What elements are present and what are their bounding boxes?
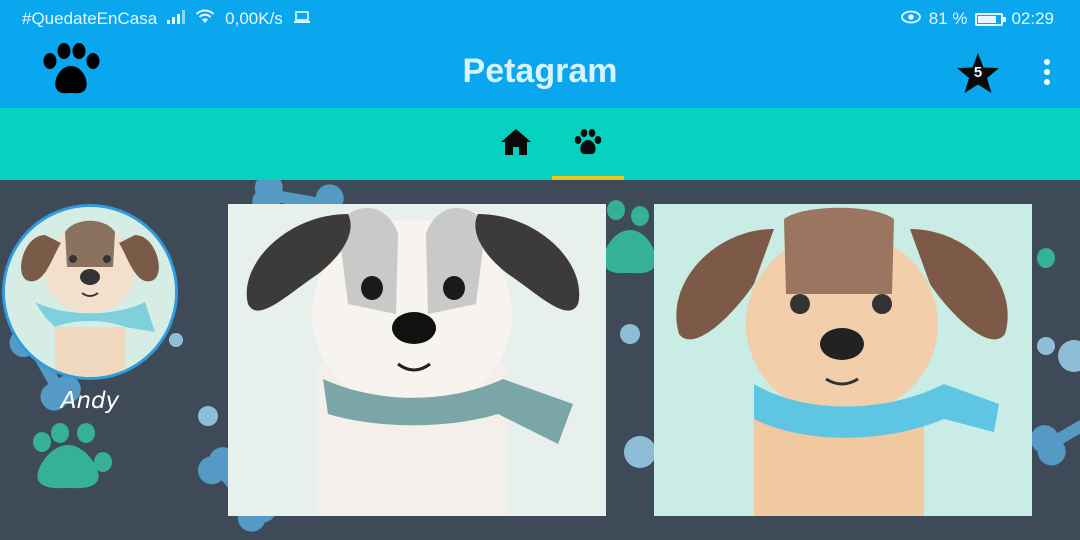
pet-photo-1-image xyxy=(228,204,606,516)
home-icon xyxy=(501,129,531,155)
pet-name: Andy xyxy=(60,388,120,414)
battery-icon xyxy=(975,12,1007,26)
pet-photo-2[interactable] xyxy=(654,204,1032,516)
pet-photo-2-image xyxy=(654,204,1032,516)
paw-icon xyxy=(574,129,602,155)
eye-icon xyxy=(900,9,921,29)
clock: 02:29 xyxy=(1011,9,1054,28)
laptop-icon xyxy=(293,9,311,29)
wifi-icon xyxy=(195,9,215,29)
network-speed: 0,00K/s xyxy=(225,9,283,28)
status-bar-right: 81 % 02:29 xyxy=(900,9,1054,29)
app-bar: Petagram 5 xyxy=(0,38,1080,108)
pet-avatar[interactable] xyxy=(2,204,178,380)
signal-icon xyxy=(167,9,186,29)
favorites-count: 5 xyxy=(973,64,983,81)
pet-photo-1[interactable] xyxy=(228,204,606,516)
app-title: Petagram xyxy=(462,52,618,90)
favorites-button[interactable]: 5 xyxy=(952,50,1004,98)
battery-percent: 81 % xyxy=(928,9,968,28)
more-vert-icon xyxy=(1044,59,1050,85)
pet-avatar-image xyxy=(5,207,175,377)
status-bar-left: #QuedateEnCasa 0,00K/s xyxy=(22,9,311,29)
tab-pet-profile[interactable] xyxy=(553,108,623,180)
battery-fill xyxy=(978,15,997,23)
more-options-button[interactable] xyxy=(1032,56,1062,92)
tab-home[interactable] xyxy=(481,108,551,180)
tab-bar xyxy=(0,108,1080,180)
carrier-text: #QuedateEnCasa xyxy=(22,9,158,28)
status-bar: #QuedateEnCasa 0,00K/s 81 % 02:29 xyxy=(0,0,1080,38)
